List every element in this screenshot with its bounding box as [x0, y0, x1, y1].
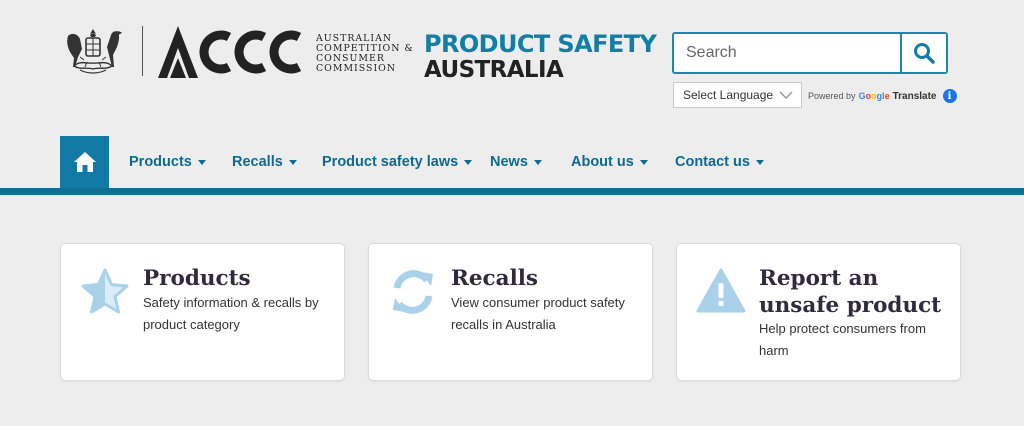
home-icon — [73, 152, 96, 172]
nav-item-label: Product safety laws — [322, 154, 459, 170]
powered-by-text: Powered by — [808, 91, 856, 101]
warning-icon — [696, 268, 746, 313]
card-title: Recalls — [451, 266, 539, 291]
accc-full-name: AUSTRALIAN COMPETITION & CONSUMER COMMIS… — [316, 33, 414, 74]
nav-item-about-us[interactable]: About us — [571, 154, 648, 170]
translate-link[interactable]: Translate — [893, 91, 937, 102]
card-title: Products — [143, 266, 251, 291]
main-navigation: Products Recalls Product safety laws New… — [0, 136, 1024, 196]
google-translate-attribution: Powered by Google Translate i — [808, 89, 957, 103]
logo-divider — [142, 26, 143, 76]
search-box — [672, 32, 948, 74]
nav-item-label: Recalls — [232, 154, 283, 170]
site-title-line2: AUSTRALIA — [424, 57, 564, 83]
nav-item-contact-us[interactable]: Contact us — [675, 154, 764, 170]
nav-item-products[interactable]: Products — [129, 154, 206, 170]
site-header: AUSTRALIAN COMPETITION & CONSUMER COMMIS… — [0, 0, 1024, 136]
home-button[interactable] — [60, 136, 109, 188]
info-icon[interactable]: i — [942, 89, 957, 103]
caret-down-icon — [639, 160, 648, 165]
card-title: Report an unsafe product — [759, 266, 942, 318]
caret-down-icon — [288, 160, 297, 165]
refresh-icon — [393, 270, 433, 314]
language-select-label: Select Language — [683, 88, 774, 102]
search-input[interactable] — [674, 34, 900, 72]
card-description: View consumer product safety recalls in … — [451, 295, 625, 332]
caret-down-icon — [755, 160, 764, 165]
card-description: Help protect consumers from harm — [759, 321, 926, 358]
caret-down-icon — [464, 160, 473, 165]
google-logo: Google — [858, 91, 890, 101]
card-products[interactable]: Products Safety information & recalls by… — [60, 243, 345, 381]
star-icon — [81, 268, 129, 314]
nav-item-product-safety-laws[interactable]: Product safety laws — [322, 154, 473, 170]
search-icon — [914, 43, 935, 64]
caret-down-icon — [533, 160, 542, 165]
nav-item-news[interactable]: News — [490, 154, 542, 170]
site-title[interactable]: PRODUCT SAFETY AUSTRALIA — [424, 30, 657, 83]
nav-item-label: About us — [571, 154, 634, 170]
language-select[interactable]: Select Language — [673, 82, 802, 108]
card-recalls[interactable]: Recalls View consumer product safety rec… — [368, 243, 653, 381]
nav-item-label: Contact us — [675, 154, 750, 170]
search-button[interactable] — [900, 34, 946, 72]
nav-underline-bar — [0, 188, 1024, 195]
card-description: Safety information & recalls by product … — [143, 295, 319, 332]
card-report-unsafe-product[interactable]: Report an unsafe product Help protect co… — [676, 243, 961, 381]
nav-item-recalls[interactable]: Recalls — [232, 154, 297, 170]
site-title-line1: PRODUCT SAFETY — [424, 30, 657, 58]
nav-item-label: News — [490, 154, 528, 170]
caret-down-icon — [197, 160, 206, 165]
nav-item-label: Products — [129, 154, 192, 170]
chevron-down-icon — [779, 90, 793, 99]
coat-of-arms-logo — [67, 29, 122, 74]
accc-logo[interactable] — [156, 26, 308, 78]
